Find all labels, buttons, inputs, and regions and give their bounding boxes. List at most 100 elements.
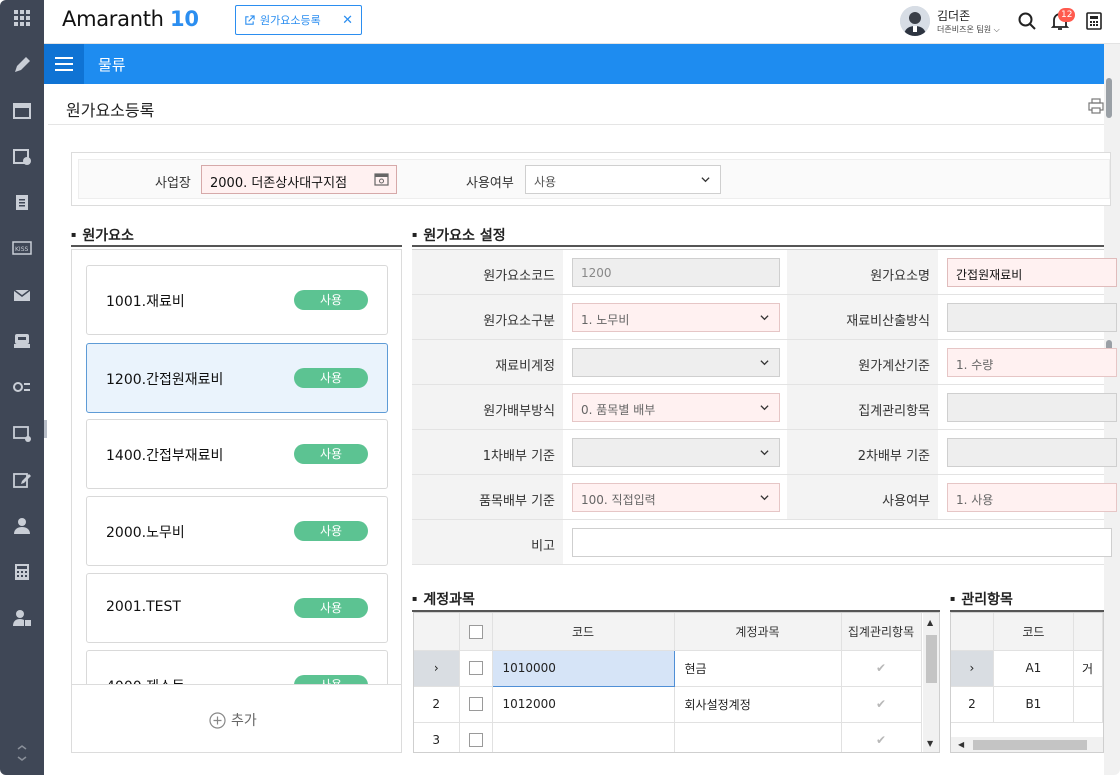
add-button[interactable]: 추가 (209, 710, 257, 730)
user-lock-icon[interactable] (11, 607, 33, 629)
second-alloc-field[interactable] (947, 438, 1117, 467)
code-column-header[interactable]: 코드 (993, 613, 1074, 651)
printer-device-icon[interactable] (11, 330, 33, 352)
user-name[interactable]: 김더존 (937, 7, 970, 24)
page-scrollbar-thumb[interactable] (1106, 78, 1112, 118)
close-tab-icon[interactable]: ✕ (342, 13, 353, 28)
account-column-header[interactable]: 계정과목 (674, 613, 842, 651)
check-mark-icon: ✔ (841, 650, 922, 687)
account-cell[interactable] (674, 722, 842, 752)
account-grid-scrollbar[interactable]: ▲ ▼ (923, 613, 939, 752)
kiss-icon[interactable]: KISS (11, 237, 33, 259)
cost-basis-select[interactable]: 1. 수량 (947, 348, 1117, 377)
material-calc-field[interactable] (947, 303, 1117, 332)
apps-grid-icon[interactable] (11, 7, 33, 29)
aggregate-field[interactable] (947, 393, 1117, 422)
code-cell[interactable]: 1010000 (491, 649, 675, 687)
list-item[interactable]: 1001.재료비 사용 (86, 265, 388, 335)
code-cell[interactable] (492, 722, 675, 752)
use-filter-select[interactable]: 사용 (525, 165, 721, 194)
chevron-down-icon (701, 177, 710, 183)
list-item-selected[interactable]: 1200.간접원재료비 사용 (86, 343, 388, 413)
user-org[interactable]: 더존비즈온 팀원 ⌵ (937, 24, 1000, 35)
code-cell[interactable]: 1012000 (492, 686, 675, 723)
name-cell[interactable]: 거 (1073, 650, 1103, 687)
material-account-select[interactable] (572, 348, 780, 377)
print-icon[interactable] (1088, 98, 1104, 118)
chevron-down-icon (760, 360, 769, 366)
settings-section-title: 원가요소 설정 (412, 225, 505, 245)
clipboard-icon[interactable] (11, 191, 33, 213)
edit-document-icon[interactable] (11, 469, 33, 491)
mail-icon[interactable] (11, 284, 33, 306)
aggregate-column-header[interactable]: 집계관리항목 (841, 613, 922, 651)
select-all-checkbox-cell[interactable] (459, 613, 493, 651)
form-row: 1차배부 기준 2차배부 기준 (412, 430, 1117, 475)
open-tab-cost-element[interactable]: 원가요소등록 ✕ (235, 5, 362, 35)
account-cell[interactable]: 회사설정계정 (674, 686, 842, 723)
list-item-name: 2000.노무비 (106, 525, 185, 541)
list-item[interactable]: 2000.노무비 사용 (86, 496, 388, 566)
code-picker-icon[interactable] (374, 172, 389, 187)
code-cell[interactable]: B1 (993, 686, 1074, 723)
use-label: 사용여부 (787, 475, 938, 519)
account-grid-title: 계정과목 (412, 589, 475, 609)
page-title: 원가요소등록 (66, 101, 155, 120)
management-grid-hscrollbar[interactable]: ◀ (951, 737, 1103, 752)
scroll-left-icon[interactable]: ◀ (958, 740, 964, 749)
scrollbar-thumb[interactable] (926, 635, 937, 683)
settings-form: 원가요소코드 1200 원가요소명 간접원재료비 원가요소구분 1. 노무비 재… (412, 249, 1117, 569)
code-cell[interactable]: A1 (993, 650, 1074, 687)
table-row[interactable]: 3 ✔ (414, 722, 922, 752)
first-alloc-select[interactable] (572, 438, 780, 467)
scroll-down-icon[interactable]: ▼ (927, 739, 933, 748)
scrollbar-thumb[interactable] (973, 740, 1087, 750)
monitor-gear-icon[interactable] (11, 423, 33, 445)
search-icon[interactable] (1016, 10, 1038, 32)
item-alloc-select[interactable]: 100. 직접입력 (572, 483, 780, 512)
name-cell[interactable] (1073, 686, 1103, 723)
pen-icon[interactable] (11, 54, 33, 76)
table-row[interactable]: 2 B1 (951, 686, 1103, 723)
table-row[interactable]: › 1010000 현금 ✔ (414, 649, 922, 687)
table-row[interactable]: 2 1012000 회사설정계정 ✔ (414, 686, 922, 723)
avatar[interactable] (900, 6, 930, 36)
use-filter-label: 사용여부 (466, 176, 514, 191)
chevron-down-icon (760, 450, 769, 456)
code-column-header[interactable]: 코드 (492, 613, 675, 651)
collapse-chevron-icon[interactable] (11, 742, 33, 764)
rail-resize-handle[interactable] (44, 420, 47, 438)
allocation-select[interactable]: 0. 품목별 배부 (572, 393, 780, 422)
calculator-header-icon[interactable] (1083, 10, 1105, 32)
status-badge: 사용 (294, 598, 368, 618)
select-all-checkbox[interactable] (468, 624, 483, 639)
category-select[interactable]: 1. 노무비 (572, 303, 780, 332)
table-row[interactable]: › A1 거 (951, 650, 1103, 687)
row-checkbox[interactable] (468, 661, 483, 676)
calculator-icon[interactable] (11, 561, 33, 583)
external-link-icon (245, 14, 255, 25)
account-cell[interactable]: 현금 (674, 650, 842, 687)
row-checkbox[interactable] (468, 733, 483, 748)
schedule-icon[interactable] (11, 145, 33, 167)
row-checkbox[interactable] (468, 697, 483, 712)
list-item[interactable]: 2001.TEST 사용 (86, 573, 388, 643)
app-logo[interactable]: Amaranth 10 (62, 7, 199, 31)
row-number: 3 (414, 722, 460, 752)
user-icon[interactable] (11, 515, 33, 537)
status-badge: 사용 (294, 521, 368, 541)
check-mark-icon: ✔ (841, 722, 922, 752)
form-row: 원가요소구분 1. 노무비 재료비산출방식 (412, 295, 1117, 340)
scroll-up-icon[interactable]: ▲ (927, 618, 933, 627)
toggle-settings-icon[interactable] (11, 376, 33, 398)
calendar-icon[interactable] (11, 99, 33, 121)
status-badge: 사용 (294, 290, 368, 310)
name-field[interactable]: 간접원재료비 (947, 258, 1117, 287)
hamburger-menu-icon[interactable] (44, 44, 84, 84)
use-select[interactable]: 1. 사용 (947, 483, 1117, 512)
biz-field[interactable]: 2000. 더존상사대구지점 (201, 165, 397, 194)
code-field[interactable]: 1200 (572, 258, 780, 287)
code-label: 원가요소코드 (412, 250, 563, 294)
list-item[interactable]: 1400.간접부재료비 사용 (86, 419, 388, 489)
note-input[interactable] (572, 528, 1112, 557)
